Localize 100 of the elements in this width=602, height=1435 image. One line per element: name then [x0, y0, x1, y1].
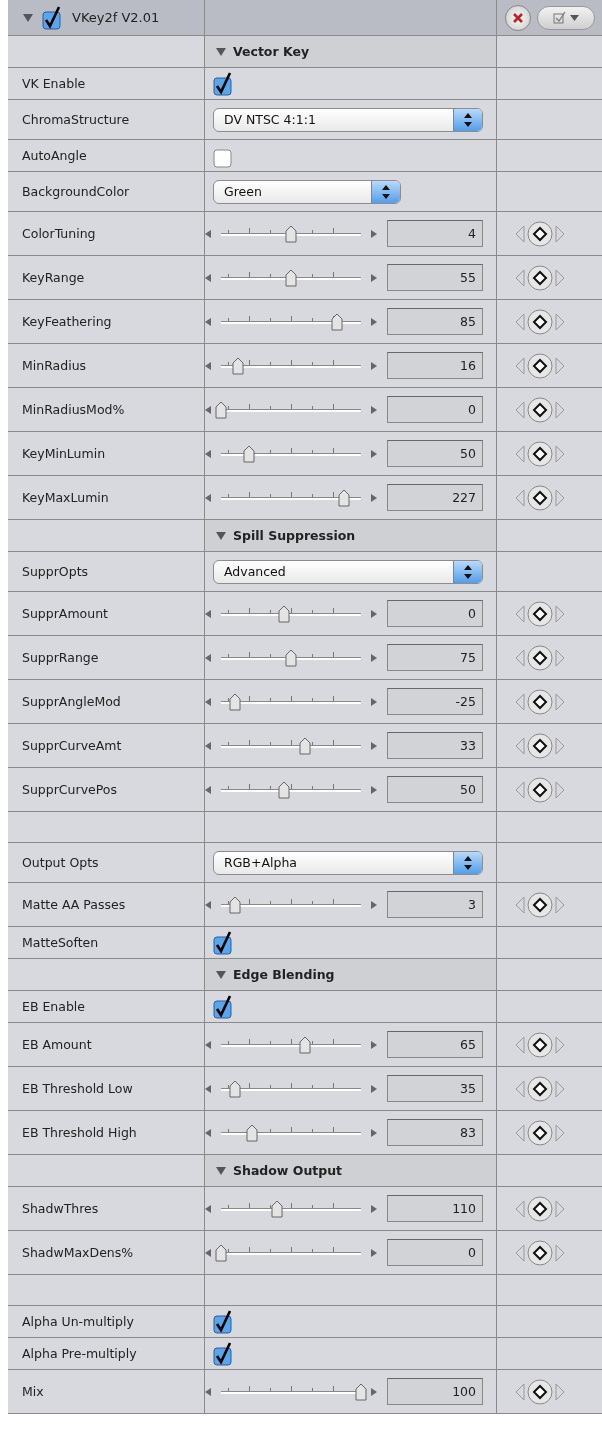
dropdown[interactable]: DV NTSC 4:1:1 [213, 107, 483, 132]
add-keyframe-button[interactable] [527, 1195, 553, 1222]
slider-left-arrow-icon[interactable] [205, 1084, 211, 1093]
value-field[interactable]: 3 [387, 891, 483, 918]
slider-thumb[interactable] [285, 648, 297, 667]
slider-left-arrow-icon[interactable] [205, 1387, 211, 1396]
slider-right-arrow-icon[interactable] [371, 1248, 377, 1257]
disclosure-triangle-icon[interactable] [22, 11, 34, 24]
value-field[interactable]: 50 [387, 776, 483, 803]
value-field[interactable]: 110 [387, 1195, 483, 1222]
slider-thumb[interactable] [229, 1079, 241, 1098]
add-keyframe-button[interactable] [527, 776, 553, 803]
slider-thumb[interactable] [243, 444, 255, 463]
slider-thumb[interactable] [229, 692, 241, 711]
add-keyframe-button[interactable] [527, 600, 553, 627]
add-keyframe-button[interactable] [527, 396, 553, 423]
slider-thumb[interactable] [285, 224, 297, 243]
add-keyframe-button[interactable] [527, 352, 553, 379]
slider-thumb[interactable] [215, 400, 227, 419]
add-keyframe-button[interactable] [527, 1119, 553, 1146]
slider-left-arrow-icon[interactable] [205, 1040, 211, 1049]
value-field[interactable]: 33 [387, 732, 483, 759]
value-field[interactable]: 35 [387, 1075, 483, 1102]
slider-left-arrow-icon[interactable] [205, 273, 211, 282]
add-keyframe-button[interactable] [527, 220, 553, 247]
close-button[interactable] [505, 4, 531, 31]
add-keyframe-button[interactable] [527, 688, 553, 715]
slider-left-arrow-icon[interactable] [205, 229, 211, 238]
slider-right-arrow-icon[interactable] [371, 741, 377, 750]
value-field[interactable]: 0 [387, 396, 483, 423]
value-field[interactable]: -25 [387, 688, 483, 715]
slider-thumb[interactable] [215, 1243, 227, 1262]
dropdown[interactable]: RGB+Alpha [213, 850, 483, 875]
slider-right-arrow-icon[interactable] [371, 229, 377, 238]
slider-thumb[interactable] [299, 736, 311, 755]
slider-left-arrow-icon[interactable] [205, 493, 211, 502]
slider-left-arrow-icon[interactable] [205, 609, 211, 618]
slider-left-arrow-icon[interactable] [205, 1248, 211, 1257]
slider-left-arrow-icon[interactable] [205, 405, 211, 414]
slider-thumb[interactable] [331, 312, 344, 331]
slider-left-arrow-icon[interactable] [205, 449, 211, 458]
disclosure-triangle-icon[interactable] [215, 968, 227, 981]
slider-thumb[interactable] [229, 895, 241, 914]
slider-thumb[interactable] [285, 268, 297, 287]
add-keyframe-button[interactable] [527, 1075, 553, 1102]
value-field[interactable]: 227 [387, 484, 483, 511]
add-keyframe-button[interactable] [527, 1378, 553, 1405]
value-field[interactable]: 55 [387, 264, 483, 291]
slider-left-arrow-icon[interactable] [205, 653, 211, 662]
slider-right-arrow-icon[interactable] [371, 900, 377, 909]
slider-left-arrow-icon[interactable] [205, 900, 211, 909]
value-field[interactable]: 85 [387, 308, 483, 335]
value-field[interactable]: 50 [387, 440, 483, 467]
disclosure-triangle-icon[interactable] [215, 529, 227, 542]
slider-right-arrow-icon[interactable] [371, 317, 377, 326]
value-field[interactable]: 75 [387, 644, 483, 671]
slider-thumb[interactable] [299, 1035, 311, 1054]
add-keyframe-button[interactable] [527, 264, 553, 291]
slider-right-arrow-icon[interactable] [371, 449, 377, 458]
slider-left-arrow-icon[interactable] [205, 741, 211, 750]
add-keyframe-button[interactable] [527, 644, 553, 671]
checkbox[interactable] [213, 1341, 235, 1366]
checkbox[interactable] [42, 5, 64, 30]
add-keyframe-button[interactable] [527, 308, 553, 335]
slider-right-arrow-icon[interactable] [371, 1204, 377, 1213]
add-keyframe-button[interactable] [527, 440, 553, 467]
dropdown[interactable]: Green [213, 179, 401, 204]
slider-thumb[interactable] [278, 604, 290, 623]
add-keyframe-button[interactable] [527, 1031, 553, 1058]
disclosure-triangle-icon[interactable] [215, 1164, 227, 1177]
value-field[interactable]: 0 [387, 600, 483, 627]
slider-right-arrow-icon[interactable] [371, 1084, 377, 1093]
slider-right-arrow-icon[interactable] [371, 361, 377, 370]
slider-left-arrow-icon[interactable] [205, 1204, 211, 1213]
slider-left-arrow-icon[interactable] [205, 785, 211, 794]
slider-right-arrow-icon[interactable] [371, 1128, 377, 1137]
checkbox[interactable] [213, 71, 235, 96]
add-keyframe-button[interactable] [527, 891, 553, 918]
slider-right-arrow-icon[interactable] [371, 653, 377, 662]
checkbox[interactable] [213, 1309, 235, 1334]
value-field[interactable]: 83 [387, 1119, 483, 1146]
add-keyframe-button[interactable] [527, 484, 553, 511]
slider-right-arrow-icon[interactable] [371, 785, 377, 794]
dropdown[interactable]: Advanced [213, 559, 483, 584]
slider-right-arrow-icon[interactable] [371, 493, 377, 502]
value-field[interactable]: 0 [387, 1239, 483, 1266]
value-field[interactable]: 100 [387, 1378, 483, 1405]
add-keyframe-button[interactable] [527, 732, 553, 759]
slider-left-arrow-icon[interactable] [205, 697, 211, 706]
slider-left-arrow-icon[interactable] [205, 1128, 211, 1137]
slider-left-arrow-icon[interactable] [205, 361, 211, 370]
slider-left-arrow-icon[interactable] [205, 317, 211, 326]
add-keyframe-button[interactable] [527, 1239, 553, 1266]
slider-right-arrow-icon[interactable] [371, 273, 377, 282]
slider-thumb[interactable] [271, 1199, 283, 1218]
slider-thumb[interactable] [245, 1123, 258, 1142]
slider-right-arrow-icon[interactable] [371, 1040, 377, 1049]
slider-thumb[interactable] [231, 356, 244, 375]
value-field[interactable]: 4 [387, 220, 483, 247]
slider-thumb[interactable] [278, 780, 290, 799]
